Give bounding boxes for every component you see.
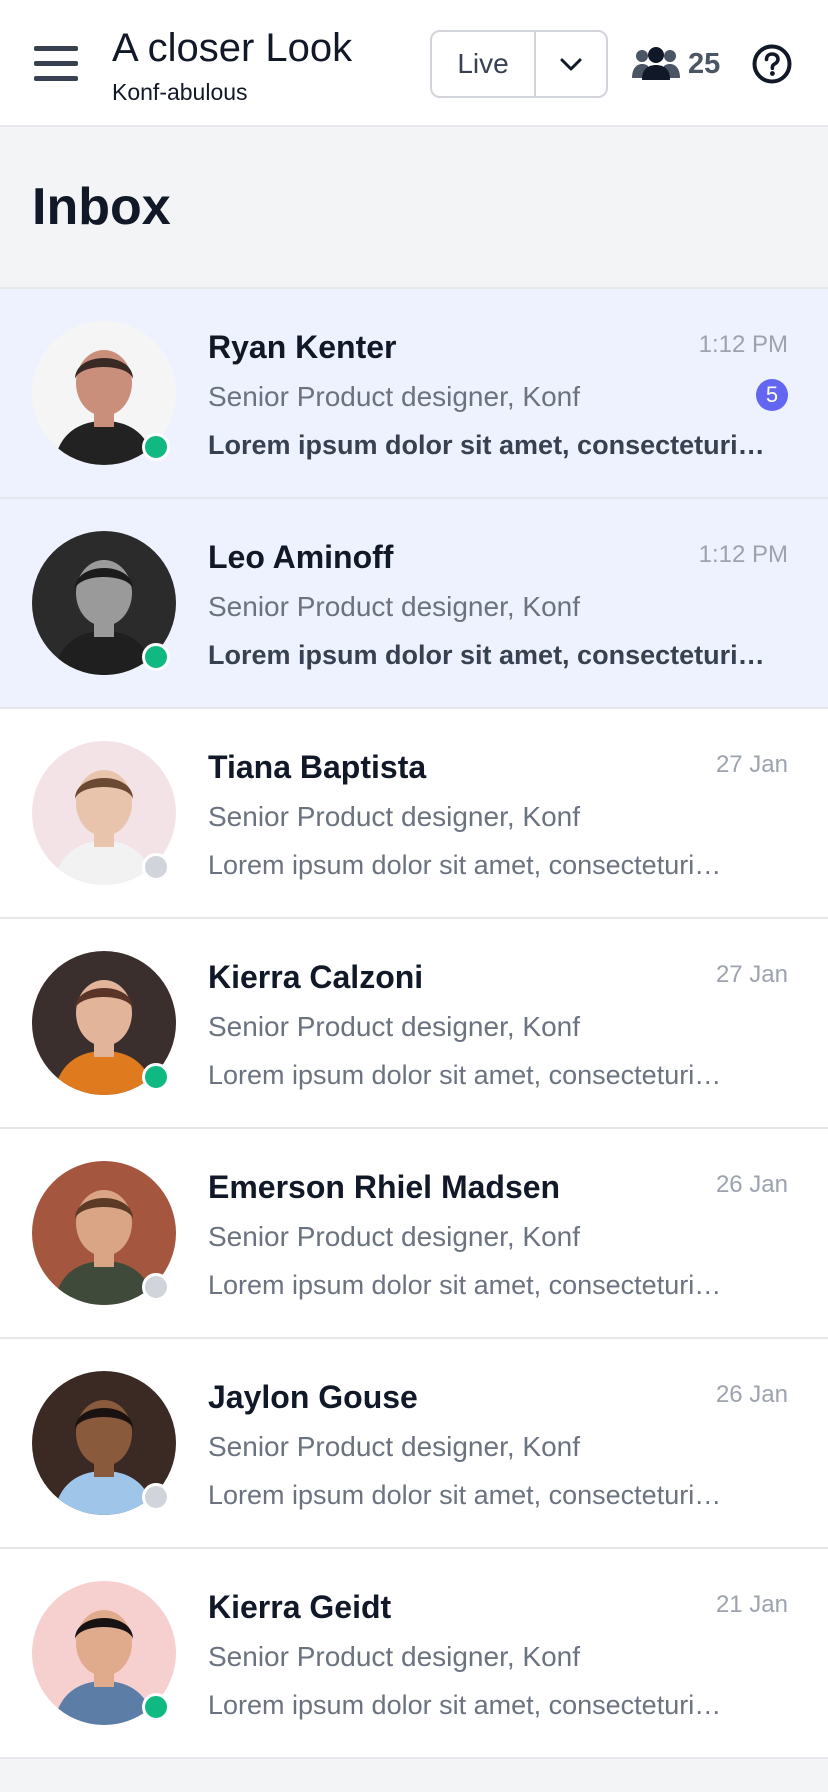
attendees-count: 25: [688, 47, 721, 80]
app-header: A closer Look Konf-abulous Live 25: [0, 0, 828, 127]
sender-name: Kierra Calzoni: [208, 959, 424, 995]
sender-role: Senior Product designer, Konf: [208, 1641, 581, 1672]
sender-role: Senior Product designer, Konf: [208, 381, 581, 412]
sender-name: Ryan Kenter: [208, 329, 397, 365]
message-row[interactable]: Jaylon Gouse Senior Product designer, Kon…: [0, 1339, 828, 1549]
sender-role: Senior Product designer, Konf: [208, 801, 581, 832]
unread-badge: 5: [756, 379, 788, 411]
message-row[interactable]: Kierra Calzoni Senior Product designer, K…: [0, 919, 828, 1129]
message-preview: Lorem ipsum dolor sit amet, consecteturi…: [208, 430, 765, 460]
hamburger-icon[interactable]: [34, 46, 78, 82]
chevron-down-icon[interactable]: [536, 32, 606, 96]
presence-status-dot: [142, 643, 170, 671]
message-time: 26 Jan: [715, 1171, 788, 1198]
sender-name: Leo Aminoff: [208, 539, 394, 575]
message-row[interactable]: Ryan Kenter Senior Product designer, Konf…: [0, 289, 828, 499]
message-preview: Lorem ipsum dolor sit amet, consecteturi…: [208, 640, 765, 670]
sender-name: Jaylon Gouse: [208, 1379, 418, 1415]
message-row[interactable]: Tiana Baptista Senior Product designer, K…: [0, 709, 828, 919]
users-icon: [632, 47, 680, 80]
message-time: 27 Jan: [715, 961, 788, 988]
message-time: 26 Jan: [715, 1381, 788, 1408]
message-time: 1:12 PM: [698, 331, 788, 358]
message-preview: Lorem ipsum dolor sit amet, consecteturi…: [208, 1690, 722, 1720]
message-time: 21 Jan: [715, 1591, 788, 1618]
message-list: Ryan Kenter Senior Product designer, Konf…: [0, 289, 828, 1759]
sender-role: Senior Product designer, Konf: [208, 1431, 581, 1462]
event-title: A closer Look: [112, 26, 353, 70]
question-circle-icon[interactable]: [752, 44, 792, 84]
presence-status-dot: [142, 853, 170, 881]
message-preview: Lorem ipsum dolor sit amet, consecteturi…: [208, 1060, 722, 1090]
message-preview: Lorem ipsum dolor sit amet, consecteturi…: [208, 1480, 722, 1510]
sender-role: Senior Product designer, Konf: [208, 591, 581, 622]
page-title: Inbox: [32, 178, 171, 236]
attendees-counter[interactable]: 25: [632, 44, 720, 84]
presence-status-dot: [142, 433, 170, 461]
event-subtitle: Konf-abulous: [112, 79, 248, 105]
sender-name: Kierra Geidt: [208, 1589, 392, 1625]
inbox-header: Inbox: [0, 127, 828, 289]
message-preview: Lorem ipsum dolor sit amet, consecteturi…: [208, 850, 722, 880]
message-row[interactable]: Kierra Geidt Senior Product designer, Kon…: [0, 1549, 828, 1759]
message-preview: Lorem ipsum dolor sit amet, consecteturi…: [208, 1270, 722, 1300]
message-row[interactable]: Leo Aminoff Senior Product designer, Konf…: [0, 499, 828, 709]
presence-status-dot: [142, 1063, 170, 1091]
presence-status-dot: [142, 1483, 170, 1511]
message-time: 27 Jan: [715, 751, 788, 778]
sender-role: Senior Product designer, Konf: [208, 1221, 581, 1252]
live-dropdown[interactable]: Live: [430, 30, 608, 98]
message-row[interactable]: Emerson Rhiel Madsen Senior Product desig…: [0, 1129, 828, 1339]
sender-name: Emerson Rhiel Madsen: [208, 1169, 561, 1205]
sender-name: Tiana Baptista: [208, 749, 427, 785]
live-dropdown-label[interactable]: Live: [432, 32, 536, 96]
sender-role: Senior Product designer, Konf: [208, 1011, 581, 1042]
presence-status-dot: [142, 1273, 170, 1301]
message-time: 1:12 PM: [698, 541, 788, 568]
presence-status-dot: [142, 1693, 170, 1721]
